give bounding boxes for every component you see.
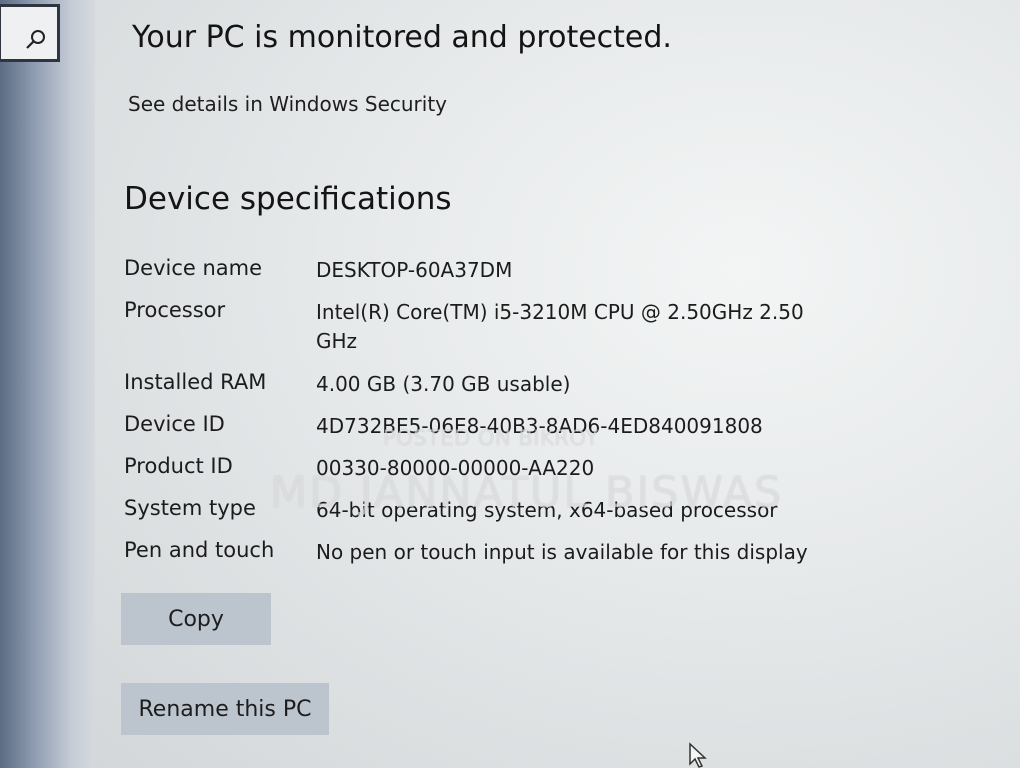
spec-label: Pen and touch [124,538,275,562]
spec-value[interactable]: 00330-80000-00000-AA220 [316,454,836,483]
spec-value[interactable]: Intel(R) Core(TM) i5-3210M CPU @ 2.50GHz… [316,298,836,356]
spec-label: Product ID [124,454,233,478]
spec-label: Device name [124,256,263,280]
search-icon [26,30,45,49]
spec-label: System type [124,496,256,520]
spec-label: Installed RAM [124,370,267,394]
navigation-pane [0,0,95,768]
spec-value[interactable]: No pen or touch input is available for t… [316,538,836,567]
security-status-title: Your PC is monitored and protected. [132,20,672,55]
windows-security-link[interactable]: See details in Windows Security [128,92,447,116]
mouse-pointer-icon [689,742,707,768]
spec-label: Processor [124,298,226,322]
spec-value[interactable]: 64-bit operating system, x64-based proce… [316,496,836,525]
device-specifications-title: Device specifications [124,181,452,217]
spec-value[interactable]: 4D732BE5-06E8-40B3-8AD6-4ED840091808 [316,412,836,441]
spec-value[interactable]: 4.00 GB (3.70 GB usable) [316,370,836,399]
search-box[interactable] [0,4,60,62]
rename-pc-button[interactable]: Rename this PC [121,683,329,735]
spec-label: Device ID [124,412,225,436]
copy-button[interactable]: Copy [121,593,271,645]
spec-value[interactable]: DESKTOP-60A37DM [316,256,836,285]
